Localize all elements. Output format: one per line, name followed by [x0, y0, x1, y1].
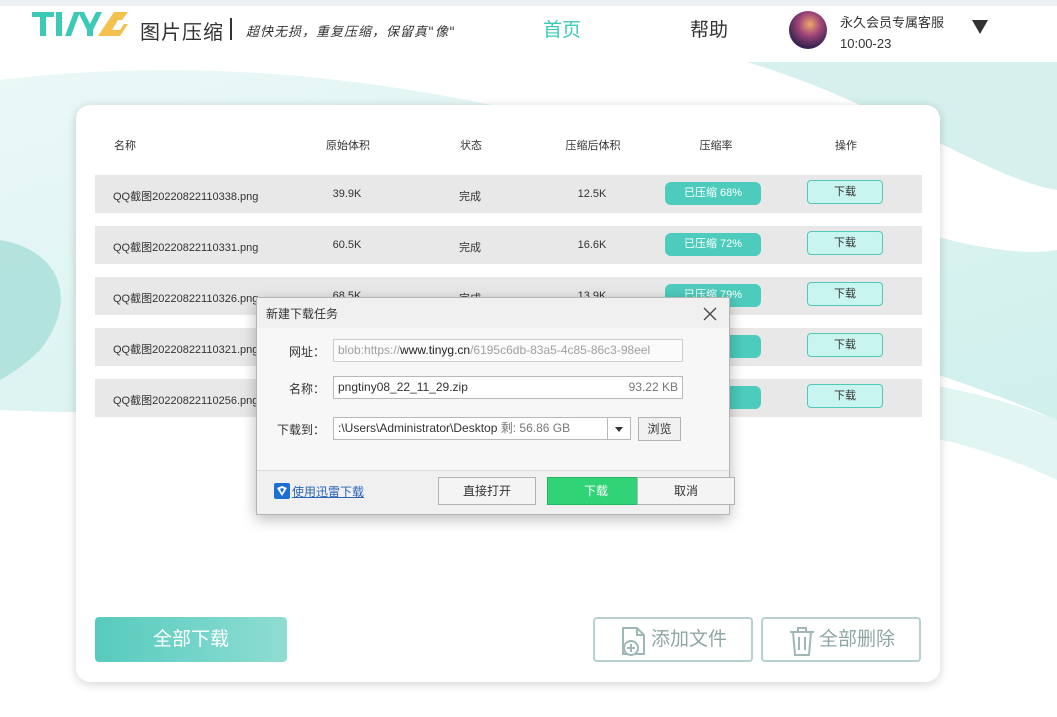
close-icon[interactable] — [701, 305, 719, 323]
file-name: QQ截图20220822110331.png — [113, 242, 259, 254]
row-download-button[interactable]: 下载 — [807, 180, 883, 204]
compression-rate-badge: 已压缩 68% — [665, 182, 761, 205]
member-service-label: 永久会员专属客服 — [840, 15, 945, 30]
delete-all-label: 全部删除 — [819, 629, 896, 650]
file-name-field[interactable]: pngtiny08_22_11_29.zip 93.22 KB — [333, 376, 683, 399]
service-hours: 10:00-23 — [840, 36, 892, 51]
new-download-dialog: 新建下载任务 网址： blob:https://www.tinyg.cn/619… — [256, 297, 735, 515]
top-strip — [0, 0, 1057, 6]
table-row: QQ截图20220822110338.png 39.9K 完成 12.5K 已压… — [95, 175, 922, 213]
url-label: 网址： — [288, 345, 325, 359]
url-field[interactable]: blob:https://www.tinyg.cn/6195c6db-83a5-… — [333, 339, 683, 362]
header-rate: 压缩率 — [699, 140, 733, 152]
chevron-down-icon[interactable] — [607, 417, 631, 440]
table-header: 名称 原始体积 状态 压缩后体积 压缩率 操作 — [96, 125, 922, 163]
dialog-title: 新建下载任务 — [266, 307, 339, 321]
app-name: 图片压缩 — [140, 22, 224, 44]
use-thunder-link[interactable]: 使用迅雷下载 — [292, 483, 364, 500]
name-label: 名称： — [288, 382, 325, 396]
tinyg-logo[interactable] — [32, 10, 128, 40]
footer-divider — [257, 470, 729, 471]
dialog-body: 网址： blob:https://www.tinyg.cn/6195c6db-8… — [257, 328, 729, 470]
cancel-button[interactable]: 取消 — [637, 477, 735, 505]
url-host: www.tinyg.cn — [400, 343, 471, 357]
status: 完成 — [459, 191, 481, 203]
url-rest: /6195c6db-83a5-4c85-86c3-98eel — [470, 343, 651, 357]
header-status: 状态 — [460, 140, 482, 152]
original-size: 60.5K — [332, 239, 362, 251]
header-name: 名称 — [114, 140, 136, 152]
file-name-value: pngtiny08_22_11_29.zip — [338, 380, 468, 394]
save-path-value: :\Users\Administrator\Desktop — [338, 421, 498, 435]
download-all-button[interactable]: 全部下载 — [95, 617, 287, 662]
header-compressed-size: 压缩后体积 — [565, 140, 621, 152]
add-file-icon — [617, 624, 651, 658]
add-file-label: 添加文件 — [651, 629, 728, 650]
slogan: 超快无损，重复压缩，保留真"像" — [246, 25, 456, 40]
thunder-icon[interactable] — [274, 483, 290, 499]
file-name: QQ截图20220822110256.png — [113, 395, 259, 407]
header-action: 操作 — [835, 140, 857, 152]
download-button[interactable]: 下载 — [547, 477, 645, 505]
header-original-size: 原始体积 — [326, 140, 370, 152]
caret-down-icon[interactable] — [972, 20, 988, 34]
compressed-size: 16.6K — [577, 239, 607, 251]
file-name: QQ截图20220822110338.png — [113, 191, 259, 203]
nav-home[interactable]: 首页 — [543, 15, 581, 42]
original-size: 39.9K — [332, 188, 362, 200]
url-prefix: blob:https:// — [338, 343, 401, 357]
compressed-size: 12.5K — [577, 188, 607, 200]
open-directly-button[interactable]: 直接打开 — [438, 477, 536, 505]
title-separator — [230, 18, 232, 40]
status: 完成 — [459, 242, 481, 254]
nav-help[interactable]: 帮助 — [690, 15, 728, 42]
top-navigation-bar: 图片压缩 超快无损，重复压缩，保留真"像" 首页 帮助 永久会员专属客服 10:… — [0, 0, 1057, 62]
table-row: QQ截图20220822110331.png 60.5K 完成 16.6K 已压… — [95, 226, 922, 264]
compression-rate-badge: 已压缩 72% — [665, 233, 761, 256]
save-path-field[interactable]: :\Users\Administrator\Desktop 剩: 56.86 G… — [333, 417, 631, 440]
file-size: 93.22 KB — [628, 380, 678, 394]
delete-all-button[interactable]: 全部删除 — [761, 617, 921, 662]
avatar[interactable] — [789, 11, 827, 49]
file-name: QQ截图20220822110326.png — [113, 293, 259, 305]
save-to-label: 下载到： — [276, 423, 325, 437]
row-download-button[interactable]: 下载 — [807, 231, 883, 255]
row-download-button[interactable]: 下载 — [807, 384, 883, 408]
trash-icon — [785, 624, 819, 658]
row-download-button[interactable]: 下载 — [807, 333, 883, 357]
free-space: 剩: 56.86 GB — [500, 421, 571, 435]
file-name: QQ截图20220822110321.png — [113, 344, 259, 356]
row-download-button[interactable]: 下载 — [807, 282, 883, 306]
add-file-button[interactable]: 添加文件 — [593, 617, 753, 662]
browse-button[interactable]: 浏览 — [638, 417, 681, 441]
